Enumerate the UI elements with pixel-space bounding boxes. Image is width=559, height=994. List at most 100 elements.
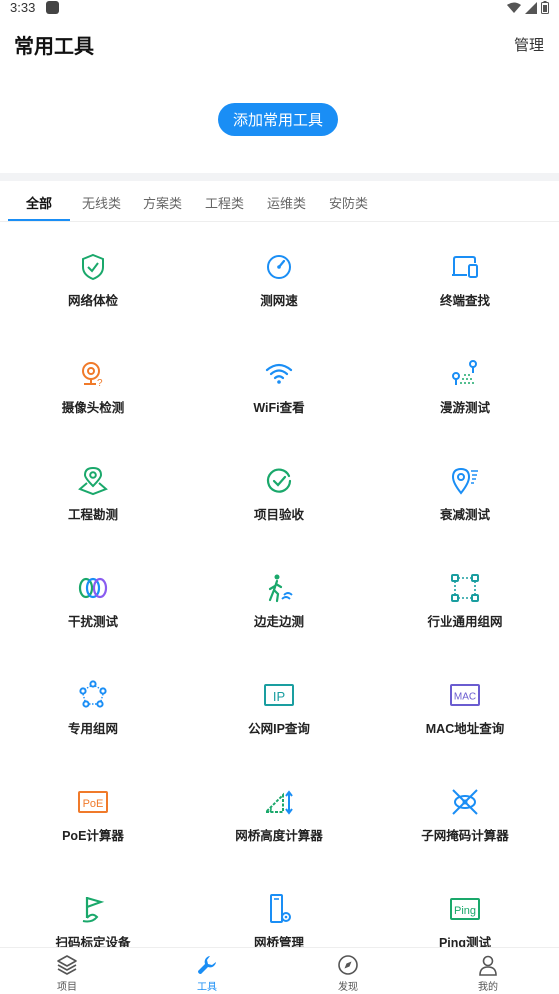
shield-check-icon <box>78 252 108 282</box>
tool-network-checkup[interactable]: 网络体检 <box>0 222 186 329</box>
network-nodes-icon <box>450 573 480 603</box>
flag-icon <box>78 894 108 924</box>
tool-engineering-survey[interactable]: 工程勘测 <box>0 436 186 543</box>
ring-network-icon <box>78 680 108 710</box>
tool-public-ip-lookup[interactable]: IP 公网IP查询 <box>186 650 372 757</box>
tool-label: Ping测试 <box>438 936 492 947</box>
category-tabs: 全部 无线类 方案类 工程类 运维类 安防类 <box>0 181 559 222</box>
tool-walk-test[interactable]: 边走边测 <box>186 543 372 650</box>
bridge-device-icon <box>264 894 294 924</box>
nav-projects[interactable]: 项目 <box>27 952 107 993</box>
tab-engineering[interactable]: 工程类 <box>205 193 244 212</box>
tool-wifi-view[interactable]: WiFi查看 <box>186 329 372 436</box>
tool-mac-lookup[interactable]: MAC MAC地址查询 <box>372 650 558 757</box>
camera-check-icon: ? <box>78 359 108 389</box>
status-indicators <box>507 1 549 14</box>
tool-speed-test[interactable]: 测网速 <box>186 222 372 329</box>
subnet-mask-icon <box>450 787 480 817</box>
tool-label: 漫游测试 <box>439 401 490 415</box>
pin-signal-icon <box>450 466 480 496</box>
nav-discover[interactable]: 发现 <box>308 952 388 993</box>
compass-icon <box>337 954 359 976</box>
section-divider <box>0 173 559 181</box>
tool-label: 终端查找 <box>439 294 490 308</box>
tool-label: 行业通用组网 <box>427 615 503 629</box>
tool-poe-calculator[interactable]: PoE PoE计算器 <box>0 757 186 864</box>
status-time: 3:33 <box>10 0 36 15</box>
tool-roaming-test[interactable]: 漫游测试 <box>372 329 558 436</box>
poe-box-text: PoE <box>83 798 104 810</box>
check-circle-icon <box>264 466 294 496</box>
devices-icon <box>450 252 480 282</box>
tool-label: 测网速 <box>260 294 298 308</box>
favorites-area: 添加常用工具 <box>0 66 559 174</box>
tool-scan-calibrate-device[interactable]: 扫码标定设备 <box>0 864 186 947</box>
tool-ping-test[interactable]: Ping Ping测试 <box>372 864 558 947</box>
tool-label: 扫码标定设备 <box>55 936 131 947</box>
layers-icon <box>56 954 78 976</box>
nav-tools[interactable]: 工具 <box>167 952 247 993</box>
nav-mine[interactable]: 我的 <box>448 952 528 993</box>
tool-label: 网络体检 <box>67 294 118 308</box>
tool-label: 网桥高度计算器 <box>235 829 323 843</box>
tool-label: 工程勘测 <box>67 508 118 522</box>
ip-box-text: IP <box>273 689 285 704</box>
ip-box-icon: IP <box>264 680 294 710</box>
mac-box-icon: MAC <box>450 680 480 710</box>
wifi-icon <box>264 359 294 389</box>
tool-bridge-management[interactable]: 网桥管理 <box>186 864 372 947</box>
battery-icon <box>541 1 549 14</box>
active-tab-indicator <box>8 219 70 221</box>
tool-industry-networking[interactable]: 行业通用组网 <box>372 543 558 650</box>
tool-bridge-height-calculator[interactable]: 网桥高度计算器 <box>186 757 372 864</box>
nav-label: 发现 <box>338 982 358 993</box>
roaming-icon <box>450 359 480 389</box>
tool-subnet-mask-calculator[interactable]: 子网掩码计算器 <box>372 757 558 864</box>
tool-label: 项目验收 <box>253 508 304 522</box>
tool-project-acceptance[interactable]: 项目验收 <box>186 436 372 543</box>
speedometer-icon <box>264 252 294 282</box>
tool-label: 专用组网 <box>67 722 118 736</box>
tool-label: 衰减测试 <box>439 508 490 522</box>
tool-interference-test[interactable]: 干扰测试 <box>0 543 186 650</box>
tool-label: 摄像头检测 <box>61 401 125 415</box>
tool-grid: 网络体检 测网速 终端查找 ? 摄像头检测 WiFi查看 漫游测试 工程勘测 项… <box>0 222 559 947</box>
bridge-height-icon <box>264 787 294 817</box>
tab-all[interactable]: 全部 <box>26 193 52 212</box>
tool-camera-check[interactable]: ? 摄像头检测 <box>0 329 186 436</box>
tab-wireless[interactable]: 无线类 <box>82 193 121 212</box>
interference-rings-icon <box>78 573 108 603</box>
tab-security[interactable]: 安防类 <box>329 193 368 212</box>
bottom-navigation: 项目 工具 发现 我的 <box>0 947 559 994</box>
header: 常用工具 管理 <box>0 18 559 66</box>
tool-label: PoE计算器 <box>62 829 124 843</box>
app-notification-icon <box>46 1 59 14</box>
tab-operations[interactable]: 运维类 <box>267 193 306 212</box>
tool-label: 公网IP查询 <box>248 722 310 736</box>
tool-attenuation-test[interactable]: 衰减测试 <box>372 436 558 543</box>
nav-label: 我的 <box>478 982 498 993</box>
wrench-icon <box>196 954 218 976</box>
ping-box-text: Ping <box>454 905 476 917</box>
wifi-signal-icon <box>507 2 521 13</box>
mac-box-text: MAC <box>454 692 476 703</box>
cell-signal-icon <box>525 1 537 14</box>
person-icon <box>477 954 499 976</box>
walking-icon <box>264 573 294 603</box>
tool-label: WiFi查看 <box>253 401 305 415</box>
manage-button[interactable]: 管理 <box>514 34 544 55</box>
tool-private-networking[interactable]: 专用组网 <box>0 650 186 757</box>
tab-solution[interactable]: 方案类 <box>143 193 182 212</box>
map-pin-icon <box>78 466 108 496</box>
status-bar: 3:33 <box>0 0 559 18</box>
nav-label: 项目 <box>57 982 77 993</box>
poe-box-icon: PoE <box>78 787 108 817</box>
tool-label: 子网掩码计算器 <box>421 829 509 843</box>
tool-label: MAC地址查询 <box>425 722 505 736</box>
tool-label: 网桥管理 <box>253 936 304 947</box>
add-common-tools-button[interactable]: 添加常用工具 <box>218 103 338 136</box>
tool-terminal-finder[interactable]: 终端查找 <box>372 222 558 329</box>
tool-label: 边走边测 <box>253 615 304 629</box>
page-title: 常用工具 <box>14 36 94 58</box>
tool-label: 干扰测试 <box>67 615 118 629</box>
